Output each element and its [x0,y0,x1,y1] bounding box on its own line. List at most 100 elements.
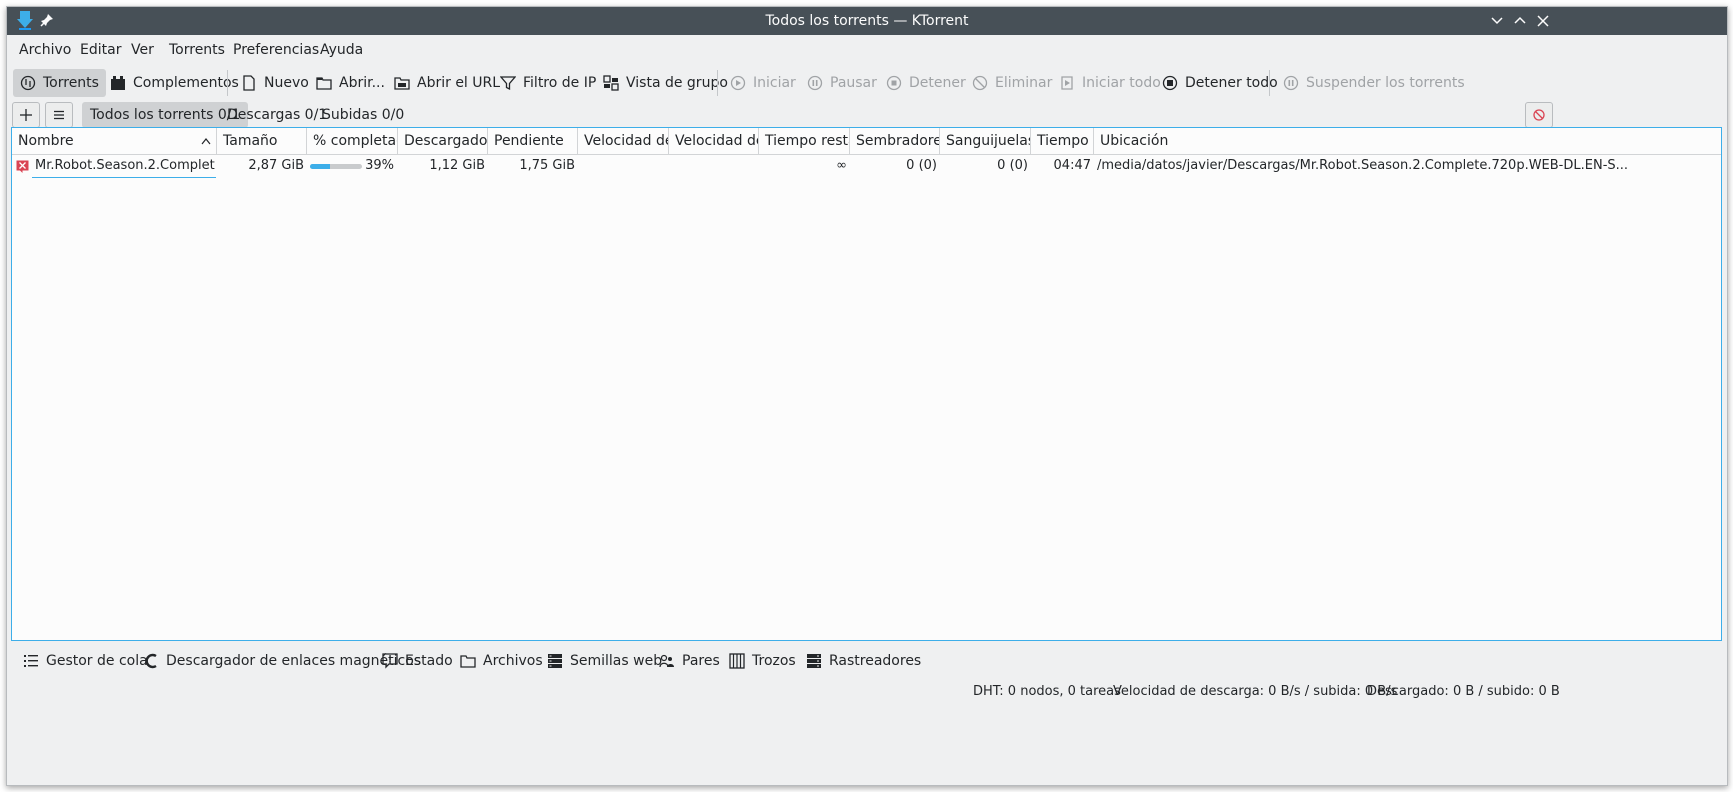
torrent-time: 04:47 [1053,158,1091,173]
tab-queue-manager-label: Gestor de cola [46,653,148,669]
start-all-icon [1061,76,1073,90]
hamburger-menu-icon [54,110,64,120]
torrent-progress-bar [310,164,362,169]
torrent-downloaded: 1,12 GiB [429,158,485,173]
torrent-eta: ∞ [836,158,847,173]
torrent-location: /media/datos/javier/Descargas/Mr.Robot.S… [1097,158,1629,173]
menu-ver[interactable]: Ver [125,35,160,65]
torrent-percent: 39% [365,158,394,173]
menu-preferencias[interactable]: Preferencias [227,35,325,65]
main-toolbar: Torrents Complementos Nuevo Abrir... Abr… [7,65,1727,101]
column-header-seeders[interactable]: Sembradores [850,128,940,154]
column-header-eta[interactable]: Tiempo restan [759,128,850,154]
web-seeds-icon [548,654,562,668]
menu-ayuda[interactable]: Ayuda [314,35,369,65]
group-menu-button[interactable] [45,102,73,128]
minimize-button[interactable] [1488,12,1506,30]
column-header-downloaded[interactable]: Descargado [398,128,488,154]
status-info-icon [382,653,398,669]
start-all-button[interactable]: Iniciar todo [1052,69,1168,97]
torrent-list-view[interactable]: Nombre Tamaño % completado Descargado Pe… [11,127,1722,641]
tab-queue-manager[interactable]: Gestor de cola [23,647,148,675]
tab-web-seeds-label: Semillas web [570,653,663,669]
ip-filter-button[interactable]: Filtro de IP [493,69,603,97]
start-all-label: Iniciar todo [1082,75,1161,91]
pause-icon [807,75,823,91]
tab-status-label: Estado [405,653,453,669]
column-header-name-label: Nombre [18,133,74,149]
stop-all-icon [1162,75,1178,91]
open-url-label: Abrir el URL [417,75,501,91]
column-header-up-speed[interactable]: Velocidad de s [669,128,759,154]
add-group-button[interactable] [12,102,40,128]
ip-filter-label: Filtro de IP [523,75,597,91]
play-icon [730,75,746,91]
open-button[interactable]: Abrir... [309,69,392,97]
tab-files[interactable]: Archivos [460,647,543,675]
suspend-label: Suspender los torrents [1306,75,1465,91]
torrent-name: Mr.Robot.Season.2.Complete.... [35,158,215,173]
tab-trackers-label: Rastreadores [829,653,922,669]
tab-peers-label: Pares [682,653,720,669]
column-header-percent[interactable]: % completado [307,128,398,154]
sort-ascending-icon [201,138,211,145]
torrents-view-button[interactable]: Torrents [13,69,106,97]
stop-all-button[interactable]: Detener todo [1155,69,1285,97]
menu-editar[interactable]: Editar [74,35,127,65]
maximize-button[interactable] [1511,12,1529,30]
tab-trackers[interactable]: Rastreadores [806,647,921,675]
torrent-down-speed [578,154,669,178]
menu-archivo[interactable]: Archivo [13,35,77,65]
new-document-icon [243,75,255,91]
remove-label: Eliminar [995,75,1053,91]
torrent-error-icon [16,160,29,173]
torrent-up-speed [669,154,759,178]
column-header-location[interactable]: Ubicación [1094,128,1721,154]
folder-open-icon [316,77,332,90]
group-view-icon [603,75,619,91]
torrent-leechers: 0 (0) [997,158,1028,173]
plus-icon [20,109,32,121]
suspend-button[interactable]: Suspender los torrents [1276,69,1472,97]
magnet-icon [145,653,157,669]
stop-button[interactable]: Detener [879,69,973,97]
tab-uploads[interactable]: Subidas 0/0 [314,102,412,128]
torrent-seeders: 0 (0) [906,158,937,173]
plugins-button[interactable]: Complementos [103,69,246,97]
stop-label: Detener [909,75,966,91]
tab-files-label: Archivos [483,653,543,669]
open-label: Abrir... [339,75,385,91]
menu-torrents[interactable]: Torrents [163,35,231,65]
column-header-leechers[interactable]: Sanguijuelas [940,128,1031,154]
peers-icon [659,654,674,668]
open-url-button[interactable]: Abrir el URL [387,69,507,97]
remove-button[interactable]: Eliminar [965,69,1059,97]
trackers-icon [807,654,821,668]
start-label: Iniciar [753,75,796,91]
tab-status[interactable]: Estado [382,647,453,675]
tab-magnet-downloader[interactable]: Descargador de enlaces magnéticos [143,647,421,675]
plugins-label: Complementos [133,75,239,91]
table-row[interactable]: Mr.Robot.Season.2.Complete.... 2,87 GiB … [12,154,1721,178]
title-bar[interactable]: Todos los torrents — KTorrent [7,7,1727,35]
column-header-name[interactable]: Nombre [12,128,217,154]
new-label: Nuevo [264,75,309,91]
close-button[interactable] [1534,12,1552,30]
tab-peers[interactable]: Pares [659,647,720,675]
tab-web-seeds[interactable]: Semillas web [547,647,662,675]
window-title: Todos los torrents — KTorrent [765,13,969,29]
start-button[interactable]: Iniciar [723,69,803,97]
pause-button[interactable]: Pausar [800,69,884,97]
close-tab-button[interactable] [1525,102,1553,128]
new-button[interactable]: Nuevo [234,69,316,97]
tab-chunks[interactable]: Trozos [729,647,796,675]
group-view-label: Vista de grupo [626,75,728,91]
stop-icon [886,75,902,91]
toolbar-separator [1269,70,1270,96]
column-header-pending[interactable]: Pendiente [488,128,578,154]
column-header-down-speed[interactable]: Velocidad de d [578,128,669,154]
column-header-size[interactable]: Tamaño [217,128,307,154]
pause-label: Pausar [830,75,877,91]
column-header-time[interactable]: Tiempo d [1031,128,1094,154]
group-view-button[interactable]: Vista de grupo [596,69,735,97]
